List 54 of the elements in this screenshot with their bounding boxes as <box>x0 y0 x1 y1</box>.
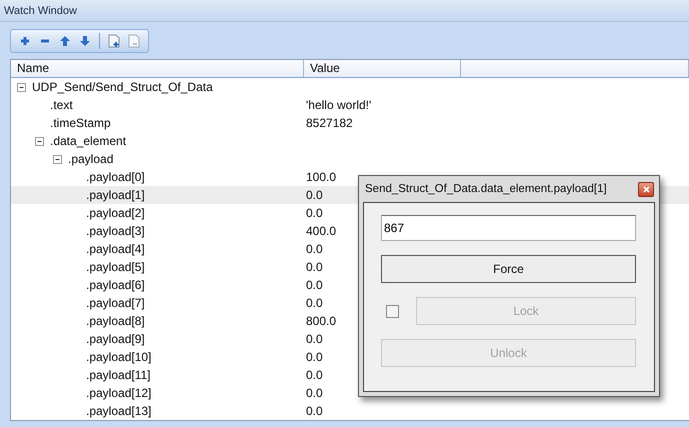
up-arrow-icon <box>60 36 70 46</box>
variable-name: .payload[2] <box>86 206 145 220</box>
remove-icon <box>40 38 50 43</box>
column-header[interactable]: Value <box>304 60 461 78</box>
collapse-icon[interactable] <box>35 136 44 146</box>
document-add-icon <box>108 34 120 48</box>
variable-value: 0.0 <box>305 206 323 220</box>
variable-name: UDP_Send/Send_Struct_Of_Data <box>32 80 213 94</box>
variable-value: 0.0 <box>305 296 323 310</box>
variable-value: 0.0 <box>305 188 323 202</box>
variable-name: .payload[0] <box>86 170 145 184</box>
force-button[interactable]: Force <box>381 255 636 283</box>
variable-value: 'hello world!' <box>305 98 372 112</box>
variable-value: 0.0 <box>305 368 323 382</box>
variable-name: .payload <box>68 152 114 166</box>
column-header[interactable]: Name <box>11 60 304 78</box>
variable-name: .payload[9] <box>86 332 145 346</box>
variable-value: 0.0 <box>305 404 323 418</box>
variable-name: .payload[12] <box>86 386 152 400</box>
window-title: Watch Window <box>4 4 77 17</box>
variable-name: .timeStamp <box>50 116 111 130</box>
variable-name: .payload[11] <box>86 368 150 382</box>
dialog-title: Send_Struct_Of_Data.data_element.payload[1] <box>365 183 607 195</box>
value-input-field[interactable]: 867 <box>381 215 636 241</box>
lock-checkbox[interactable] <box>386 304 399 318</box>
variable-name: .payload[13] <box>86 404 152 418</box>
document-remove-icon <box>128 34 140 48</box>
variable-value: 8527182 <box>305 116 353 130</box>
down-arrow-icon <box>80 36 90 46</box>
variable-name: .payload[10] <box>86 350 152 364</box>
variable-name: .text <box>50 98 73 112</box>
collapse-icon[interactable] <box>17 82 26 92</box>
variable-name: .payload[4] <box>86 242 145 256</box>
variable-value: 0.0 <box>305 278 323 292</box>
variable-value: 0.0 <box>305 260 323 274</box>
variable-name: .payload[3] <box>86 224 145 238</box>
variable-name: .payload[7] <box>86 296 145 310</box>
variable-value: 0.0 <box>305 332 323 346</box>
collapse-icon[interactable] <box>53 154 62 164</box>
variable-value: 0.0 <box>305 386 323 400</box>
close-button[interactable] <box>638 182 654 196</box>
variable-name: .payload[6] <box>86 278 145 292</box>
variable-value: 0.0 <box>305 242 323 256</box>
variable-name: .data_element <box>50 134 126 148</box>
variable-value: 100.0 <box>305 170 336 184</box>
variable-value: 800.0 <box>305 314 336 328</box>
variable-name: .payload[8] <box>86 314 145 328</box>
variable-value: 0.0 <box>305 350 323 364</box>
variable-value: 400.0 <box>305 224 336 238</box>
doc-add-button[interactable] <box>106 32 122 50</box>
add-icon <box>20 36 30 46</box>
variable-name: .payload[1] <box>86 188 145 202</box>
variable-name: .payload[5] <box>86 260 145 274</box>
close-icon <box>642 186 650 192</box>
